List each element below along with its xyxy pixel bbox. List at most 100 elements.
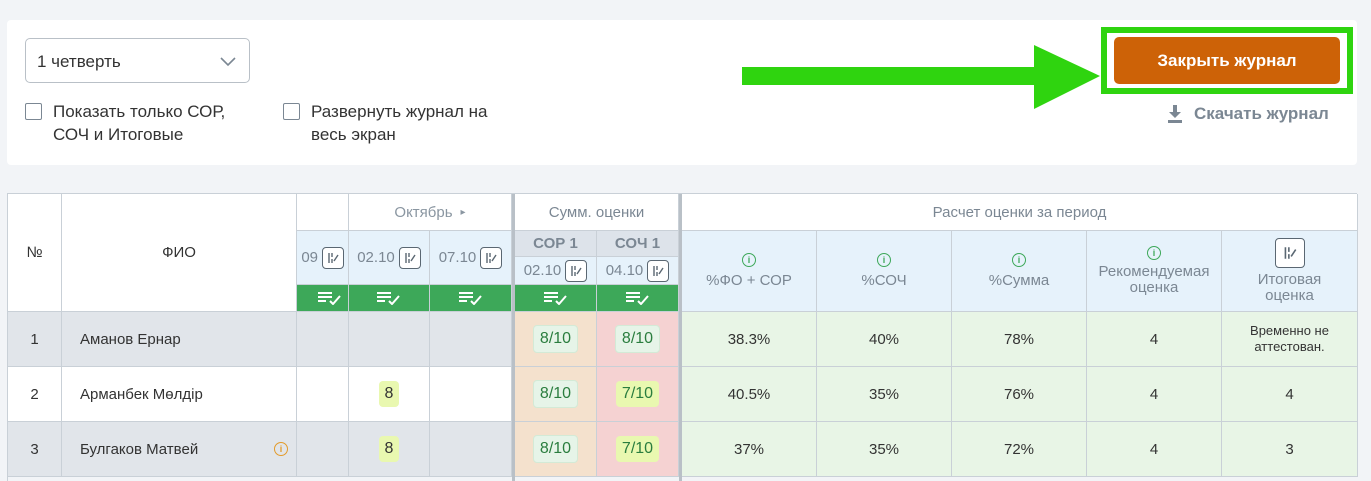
show-only-checkbox[interactable]: Показать только СОР, СОЧ и Итоговые [25, 100, 265, 146]
chevron-down-icon [220, 57, 236, 67]
quarter-select[interactable]: 1 четверть [25, 38, 250, 83]
date-header: 09 [297, 231, 349, 285]
fullscreen-checkbox[interactable]: Развернуть журнал на весь экран [283, 100, 523, 146]
grades-table: № ФИО Октябрь ▸ 09 02.10 07.10 Сумм. оце… [7, 193, 1358, 481]
mass-grade-button[interactable] [597, 285, 679, 312]
sor-score: 8/10 [532, 380, 579, 408]
date-header: 07.10 [430, 231, 512, 285]
info-icon[interactable]: i [1012, 253, 1026, 267]
edit-column-icon[interactable] [480, 246, 503, 269]
download-journal-link[interactable]: Скачать журнал [1166, 104, 1329, 124]
list-check-icon [458, 292, 482, 305]
green-arrow-annotation [742, 45, 1100, 109]
row-number: 2 [8, 367, 62, 422]
sor-score: 8/10 [532, 325, 579, 353]
calc-col-soch: i %СОЧ [817, 231, 952, 312]
fo-sor-value: 37% [682, 422, 817, 477]
edit-column-icon[interactable] [322, 246, 344, 269]
soch-cell[interactable]: 8/10 [597, 312, 679, 367]
grade-cell[interactable] [349, 312, 430, 367]
grade-cell[interactable] [430, 422, 512, 477]
student-name-cell[interactable]: Булгаков Матвей i [62, 422, 297, 477]
show-only-label: Показать только СОР, СОЧ и Итоговые [53, 102, 226, 144]
soch-score: 8/10 [614, 325, 661, 353]
student-name: Булгаков Матвей [80, 440, 199, 458]
grade-cell[interactable]: 8 [349, 422, 430, 477]
sor-header: СОР 1 [515, 231, 597, 257]
calc-col-label: Итоговая оценка [1257, 271, 1322, 304]
info-icon[interactable]: i [742, 253, 756, 267]
recommended-value: 4 [1087, 312, 1222, 367]
row-number: 3 [8, 422, 62, 477]
grade-cell[interactable]: 8 [349, 367, 430, 422]
mass-grade-button[interactable] [297, 285, 349, 312]
final-grade-value[interactable]: Временно не аттестован. [1222, 312, 1358, 367]
final-grade-text: Временно не аттестован. [1250, 323, 1329, 354]
calc-col-label: %СОЧ [861, 272, 907, 289]
sor-score: 8/10 [532, 435, 579, 463]
soch-pct-value: 40% [817, 312, 952, 367]
edit-column-icon[interactable] [647, 259, 670, 282]
month-next-icon: ▸ [460, 206, 466, 218]
mass-grade-button[interactable] [515, 285, 597, 312]
list-check-icon [377, 292, 400, 305]
journal-toolbar: 1 четверть Показать только СОР, СОЧ и Ит… [7, 20, 1357, 165]
sum-value: 72% [952, 422, 1087, 477]
list-check-icon [318, 292, 341, 305]
month-label: Октябрь [394, 203, 453, 221]
edit-column-icon[interactable] [398, 246, 421, 269]
sum-value: 76% [952, 367, 1087, 422]
calc-col-fo-sor: i %ФО + СОР [682, 231, 817, 312]
calc-col-final: Итоговая оценка [1222, 231, 1358, 312]
month-header-spacer [297, 194, 349, 231]
checkbox-box[interactable] [283, 103, 300, 120]
sor-label: СОР 1 [533, 235, 578, 252]
soch-cell[interactable]: 7/10 [597, 367, 679, 422]
calc-col-label: %Сумма [988, 272, 1050, 289]
edit-column-icon[interactable] [1274, 238, 1305, 268]
student-name[interactable]: Арманбек Мөлдір [62, 367, 297, 422]
date-label: 02.10 [523, 262, 562, 279]
date-label: 04.10 [605, 262, 644, 279]
recommended-value: 4 [1087, 422, 1222, 477]
grade-cell[interactable] [297, 422, 349, 477]
calc-col-label: %ФО + СОР [706, 272, 792, 289]
quarter-select-value: 1 четверть [37, 52, 121, 71]
calc-header: Расчет оценки за период [682, 194, 1358, 231]
student-name[interactable]: Аманов Ернар [62, 312, 297, 367]
header-fio: ФИО [62, 194, 297, 312]
fo-sor-value: 40.5% [682, 367, 817, 422]
fo-sor-value: 38.3% [682, 312, 817, 367]
edit-column-icon[interactable] [565, 259, 588, 282]
info-icon[interactable]: i [1147, 246, 1161, 260]
grade-cell[interactable] [297, 312, 349, 367]
mass-grade-button[interactable] [349, 285, 430, 312]
checkbox-box[interactable] [25, 103, 42, 120]
sor-cell[interactable]: 8/10 [515, 312, 597, 367]
download-journal-label: Скачать журнал [1194, 104, 1329, 123]
sor-cell[interactable]: 8/10 [515, 367, 597, 422]
sor-date-header: 02.10 [515, 257, 597, 285]
grade-cell[interactable] [430, 367, 512, 422]
soch-score: 7/10 [615, 381, 660, 407]
date-label: 07.10 [438, 249, 477, 266]
info-icon[interactable]: i [877, 253, 891, 267]
close-journal-button[interactable]: Закрыть журнал [1114, 37, 1340, 84]
fullscreen-label: Развернуть журнал на весь экран [311, 102, 488, 144]
sor-cell[interactable]: 8/10 [515, 422, 597, 477]
final-grade-value[interactable]: 4 [1222, 367, 1358, 422]
soch-pct-value: 35% [817, 422, 952, 477]
grade-cell[interactable] [430, 312, 512, 367]
final-grade-value[interactable]: 3 [1222, 422, 1358, 477]
date-label: 02.10 [357, 249, 395, 266]
soch-header: СОЧ 1 [597, 231, 679, 257]
mass-grade-button[interactable] [430, 285, 512, 312]
warning-info-icon[interactable]: i [274, 442, 288, 456]
header-no: № [8, 194, 62, 312]
list-check-icon [625, 292, 649, 305]
recommended-value: 4 [1087, 367, 1222, 422]
month-header[interactable]: Октябрь ▸ [349, 194, 512, 231]
grade-cell[interactable] [297, 367, 349, 422]
soch-label: СОЧ 1 [614, 235, 661, 252]
soch-cell[interactable]: 7/10 [597, 422, 679, 477]
